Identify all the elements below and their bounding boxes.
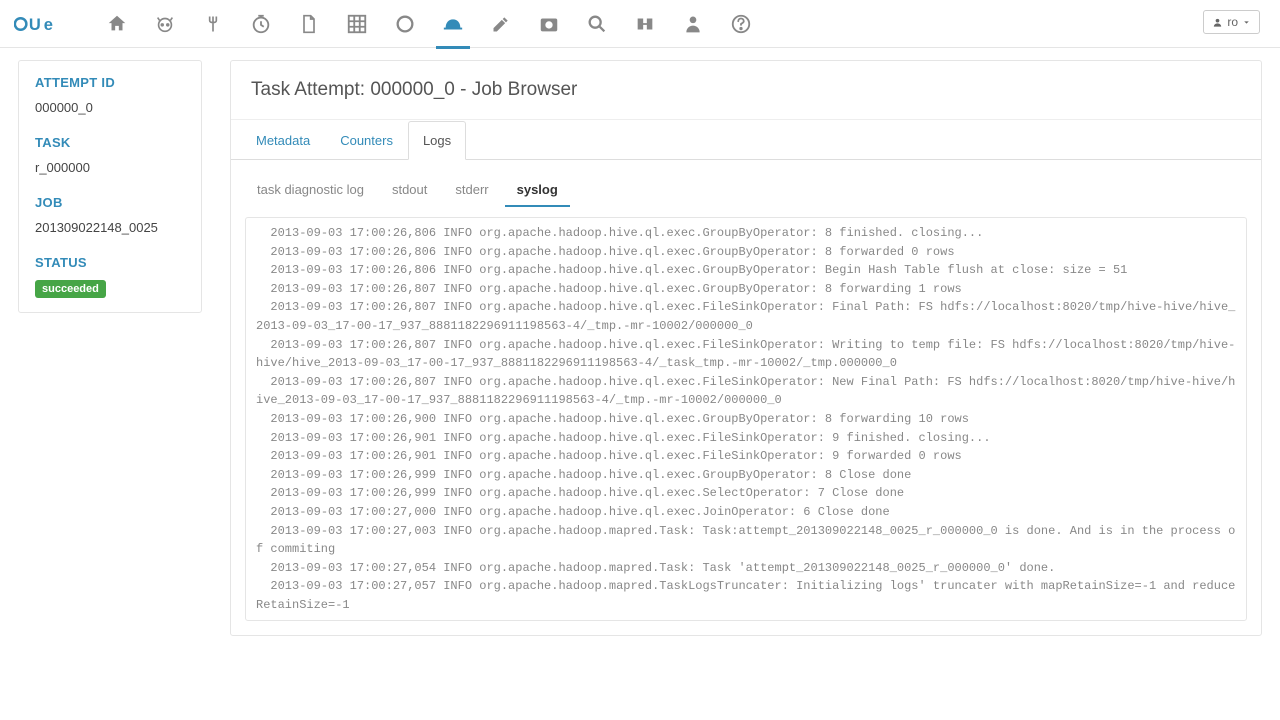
edit-icon[interactable] — [490, 13, 512, 35]
tab-metadata[interactable]: Metadata — [241, 121, 325, 160]
hue-logo[interactable]: U e — [14, 10, 80, 38]
user-label: ro — [1227, 15, 1238, 29]
log-subtabs: task diagnostic log stdout stderr syslog — [231, 160, 1261, 209]
tab-counters[interactable]: Counters — [325, 121, 408, 160]
subtab-stderr[interactable]: stderr — [443, 174, 500, 207]
log-line: 2013-09-03 17:00:26,901 INFO org.apache.… — [256, 447, 1236, 466]
attempt-id-label: ATTEMPT ID — [35, 75, 185, 90]
person-icon — [1212, 17, 1223, 28]
help-icon[interactable] — [730, 13, 752, 35]
hdfs-icon[interactable] — [634, 13, 656, 35]
log-line: 2013-09-03 17:00:26,900 INFO org.apache.… — [256, 410, 1236, 429]
user-icon[interactable] — [682, 13, 704, 35]
document-icon[interactable] — [298, 13, 320, 35]
attempt-id-value: 000000_0 — [35, 100, 185, 115]
log-line: 2013-09-03 17:00:26,999 INFO org.apache.… — [256, 484, 1236, 503]
job-label: JOB — [35, 195, 185, 210]
nav-icons — [106, 13, 752, 35]
svg-text:U: U — [29, 15, 41, 33]
status-badge: succeeded — [35, 280, 106, 298]
log-line: 2013-09-03 17:00:27,003 INFO org.apache.… — [256, 522, 1236, 559]
home-icon[interactable] — [106, 13, 128, 35]
log-line: 2013-09-03 17:00:26,807 INFO org.apache.… — [256, 373, 1236, 410]
tabs: Metadata Counters Logs — [231, 120, 1261, 160]
log-line: 2013-09-03 17:00:26,999 INFO org.apache.… — [256, 466, 1236, 485]
chevron-down-icon — [1242, 18, 1251, 27]
subtab-diag[interactable]: task diagnostic log — [245, 174, 376, 207]
log-line: 2013-09-03 17:00:26,806 INFO org.apache.… — [256, 224, 1236, 243]
camera-icon[interactable] — [538, 13, 560, 35]
log-line: 2013-09-03 17:00:26,806 INFO org.apache.… — [256, 243, 1236, 262]
grid-icon[interactable] — [346, 13, 368, 35]
task-value: r_000000 — [35, 160, 185, 175]
subtab-stdout[interactable]: stdout — [380, 174, 439, 207]
pig-icon[interactable] — [154, 13, 176, 35]
status-label: STATUS — [35, 255, 185, 270]
search-icon[interactable] — [586, 13, 608, 35]
task-label: TASK — [35, 135, 185, 150]
log-line: 2013-09-03 17:00:26,806 INFO org.apache.… — [256, 261, 1236, 280]
main-panel: Task Attempt: 000000_0 - Job Browser Met… — [230, 60, 1262, 636]
top-navbar: U e — [0, 0, 1280, 48]
log-line: 2013-09-03 17:00:27,000 INFO org.apache.… — [256, 503, 1236, 522]
tab-logs[interactable]: Logs — [408, 121, 466, 160]
user-menu[interactable]: ro — [1203, 10, 1260, 34]
log-line: 2013-09-03 17:00:26,807 INFO org.apache.… — [256, 336, 1236, 373]
log-output[interactable]: 2013-09-03 17:00:26,806 INFO org.apache.… — [245, 217, 1247, 621]
clock-icon[interactable] — [250, 13, 272, 35]
log-line: 2013-09-03 17:00:26,807 INFO org.apache.… — [256, 298, 1236, 335]
log-line: 2013-09-03 17:00:26,901 INFO org.apache.… — [256, 429, 1236, 448]
log-line: 2013-09-03 17:00:27,054 INFO org.apache.… — [256, 559, 1236, 578]
sidebar: ATTEMPT ID 000000_0 TASK r_000000 JOB 20… — [18, 60, 202, 313]
svg-text:e: e — [44, 15, 53, 33]
fork-icon[interactable] — [202, 13, 224, 35]
log-line: 2013-09-03 17:00:26,807 INFO org.apache.… — [256, 280, 1236, 299]
page-title: Task Attempt: 000000_0 - Job Browser — [231, 61, 1261, 120]
hardhat-icon[interactable] — [442, 13, 464, 35]
log-line: 2013-09-03 17:00:27,057 INFO org.apache.… — [256, 577, 1236, 614]
job-value: 201309022148_0025 — [35, 220, 185, 235]
subtab-syslog[interactable]: syslog — [505, 174, 570, 207]
circle-icon[interactable] — [394, 13, 416, 35]
